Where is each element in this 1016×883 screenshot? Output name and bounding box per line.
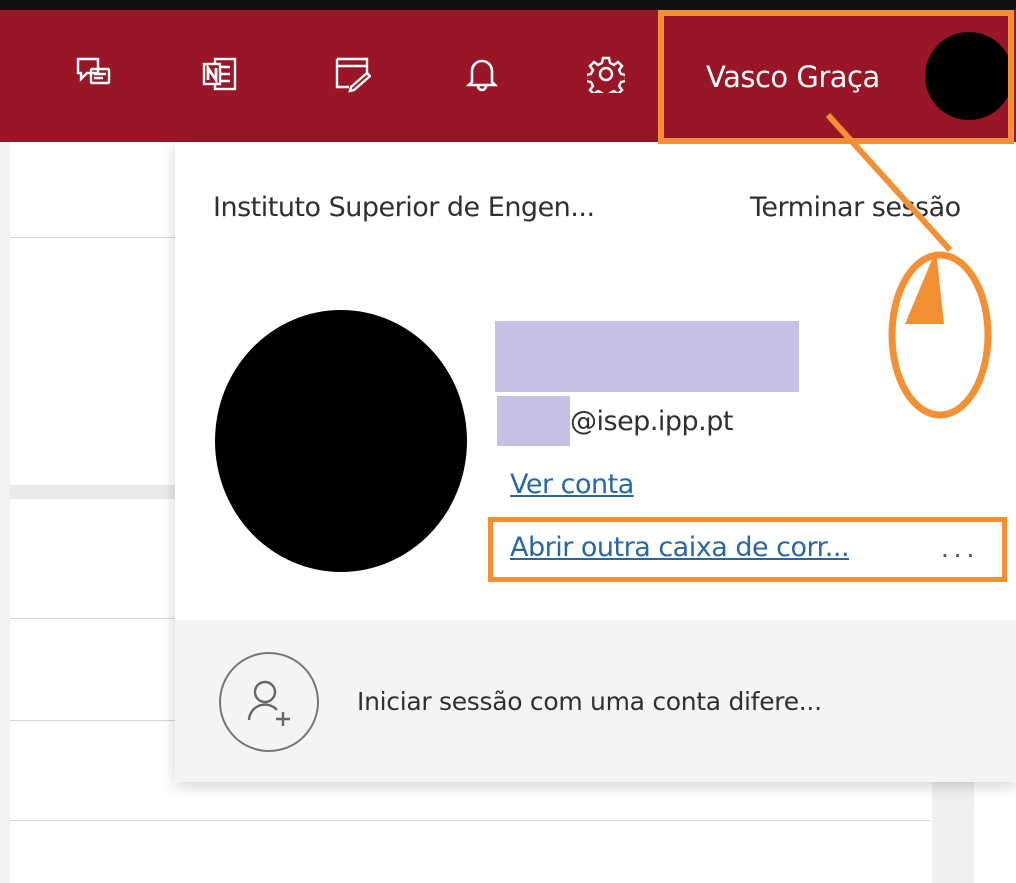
scrollbar-track[interactable] — [932, 782, 974, 883]
add-account-icon[interactable] — [219, 652, 319, 752]
onenote-icon[interactable] — [198, 52, 242, 96]
feedback-icon[interactable] — [72, 52, 116, 96]
divider — [10, 618, 180, 619]
profile-photo[interactable] — [215, 310, 467, 572]
sign-in-different-account-link[interactable]: Iniciar sessão com uma conta difere... — [357, 687, 822, 716]
divider — [10, 720, 180, 721]
account-menu: Instituto Superior de Engen... Terminar … — [175, 142, 1016, 782]
sign-out-link[interactable]: Terminar sessão — [750, 192, 961, 223]
divider — [10, 820, 930, 821]
divider — [10, 237, 180, 238]
annotation-box — [488, 517, 1007, 582]
redacted-email-user — [497, 396, 570, 446]
divider — [10, 485, 180, 499]
organization-name: Instituto Superior de Engen... — [213, 192, 595, 223]
notification-bell-icon[interactable] — [460, 52, 504, 96]
annotation-box — [658, 10, 1014, 144]
tasks-icon[interactable] — [330, 52, 374, 96]
email-address: @isep.ipp.pt — [570, 406, 734, 437]
redacted-name — [495, 321, 799, 392]
view-account-link[interactable]: Ver conta — [510, 469, 634, 500]
settings-gear-icon[interactable] — [584, 52, 628, 96]
